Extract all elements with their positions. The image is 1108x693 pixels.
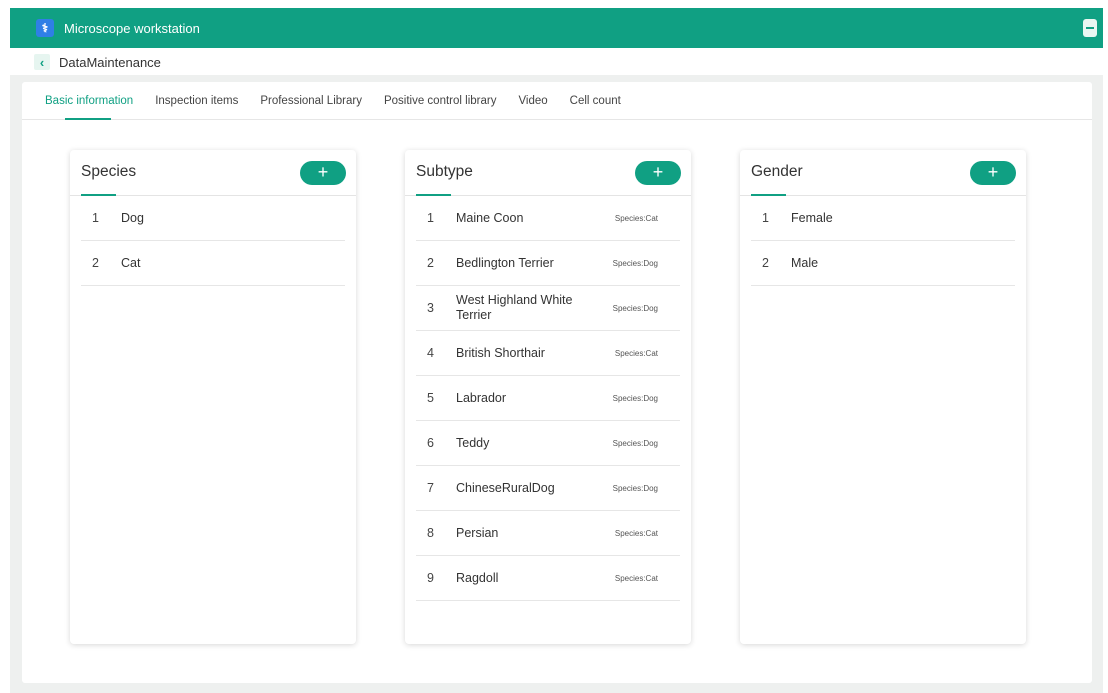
breadcrumb-bar: ‹ DataMaintenance	[10, 49, 1103, 75]
list-item[interactable]: 2 Bedlington Terrier Species:Dog	[416, 241, 680, 286]
row-name: Labrador	[456, 390, 507, 405]
row-index: 2	[762, 256, 769, 270]
tab-video[interactable]: Video	[518, 95, 547, 107]
microscope-icon: ⚕	[36, 19, 54, 37]
title-bar: ⚕ Microscope workstation	[10, 8, 1103, 48]
subtype-card-header: Subtype +	[405, 150, 691, 196]
species-tag: Species:Cat	[614, 573, 658, 583]
row-name: Cat	[121, 255, 141, 270]
row-index: 2	[92, 256, 99, 270]
row-name: Dog	[121, 210, 144, 225]
species-tag: Species:Cat	[614, 213, 658, 223]
row-index: 2	[427, 256, 434, 270]
species-tag: Species:Dog	[612, 483, 658, 493]
list-item[interactable]: 4 British Shorthair Species:Cat	[416, 331, 680, 376]
minimize-button[interactable]	[1083, 19, 1097, 37]
row-name: Ragdoll	[456, 570, 499, 585]
row-name: Teddy	[456, 435, 490, 450]
add-subtype-button[interactable]: +	[635, 161, 681, 185]
species-tag: Species:Cat	[614, 528, 658, 538]
row-index: 1	[427, 211, 434, 225]
row-index: 7	[427, 481, 434, 495]
list-item[interactable]: 2 Male	[751, 241, 1015, 286]
tab-bar: Basic information Inspection items Profe…	[22, 82, 1092, 120]
list-item[interactable]: 2 Cat	[81, 241, 345, 286]
species-tag: Species:Dog	[612, 303, 658, 313]
subtype-title: Subtype	[416, 163, 473, 180]
list-item[interactable]: 6 Teddy Species:Dog	[416, 421, 680, 466]
row-name: Maine Coon	[456, 210, 524, 225]
list-item[interactable]: 1 Maine Coon Species:Cat	[416, 196, 680, 241]
tab-basic-information[interactable]: Basic information	[45, 95, 133, 120]
list-item[interactable]: 8 Persian Species:Cat	[416, 511, 680, 556]
row-index: 5	[427, 391, 434, 405]
add-species-button[interactable]: +	[300, 161, 346, 185]
app-title: Microscope workstation	[64, 20, 200, 36]
row-index: 6	[427, 436, 434, 450]
tab-positive-control-library[interactable]: Positive control library	[384, 95, 496, 107]
species-title: Species	[81, 163, 137, 180]
tab-inspection-items[interactable]: Inspection items	[155, 95, 238, 107]
tab-cell-count[interactable]: Cell count	[570, 95, 621, 107]
row-name: West Highland White Terrier	[456, 293, 573, 322]
main-panel: Basic information Inspection items Profe…	[22, 82, 1092, 683]
list-item[interactable]: 3 West Highland White Terrier Species:Do…	[416, 286, 680, 331]
species-card-header: Species +	[70, 150, 356, 196]
gender-card-header: Gender +	[740, 150, 1026, 196]
row-index: 1	[762, 211, 769, 225]
chevron-left-icon[interactable]: ‹	[34, 54, 50, 70]
row-name: ChineseRuralDog	[456, 480, 555, 495]
row-name: Bedlington Terrier	[456, 255, 554, 270]
breadcrumb: DataMaintenance	[59, 54, 161, 70]
row-index: 1	[92, 211, 99, 225]
species-card: Species + 1 Dog 2 Cat	[70, 150, 356, 644]
row-name: Female	[791, 210, 833, 225]
row-name: British Shorthair	[456, 345, 545, 360]
list-item[interactable]: 1 Female	[751, 196, 1015, 241]
gender-title: Gender	[751, 163, 803, 180]
species-tag: Species:Dog	[612, 393, 658, 403]
list-item[interactable]: 7 ChineseRuralDog Species:Dog	[416, 466, 680, 511]
row-index: 4	[427, 346, 434, 360]
row-index: 3	[427, 301, 434, 315]
row-index: 9	[427, 571, 434, 585]
row-index: 8	[427, 526, 434, 540]
species-tag: Species:Cat	[614, 348, 658, 358]
species-tag: Species:Dog	[612, 258, 658, 268]
list-item[interactable]: 5 Labrador Species:Dog	[416, 376, 680, 421]
row-name: Persian	[456, 525, 499, 540]
gender-card: Gender + 1 Female 2 Male	[740, 150, 1026, 644]
subtype-card: Subtype + 1 Maine Coon Species:Cat 2 Bed…	[405, 150, 691, 644]
add-gender-button[interactable]: +	[970, 161, 1016, 185]
list-item[interactable]: 9 Ragdoll Species:Cat	[416, 556, 680, 601]
tab-professional-library[interactable]: Professional Library	[260, 95, 362, 107]
row-name: Male	[791, 255, 819, 270]
species-tag: Species:Dog	[612, 438, 658, 448]
list-item[interactable]: 1 Dog	[81, 196, 345, 241]
